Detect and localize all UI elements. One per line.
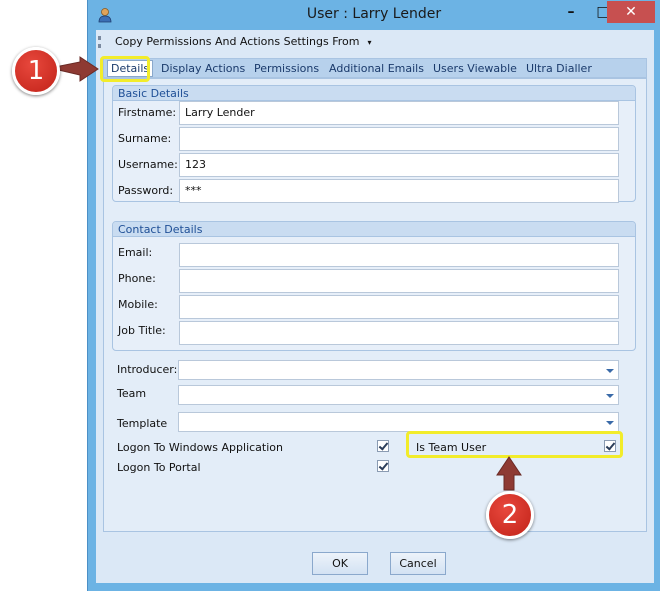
team-combo[interactable] [178,385,619,405]
email-field[interactable] [179,243,619,267]
user-dialog-window: User : Larry Lender – □ ✕ Copy Permissio… [87,0,660,591]
callout-1-badge: 1 [12,47,60,95]
details-tab-panel: Basic Details Firstname: Larry Lender Su… [103,78,647,532]
template-dropdown-icon[interactable] [606,421,614,425]
job-title-label: Job Title: [118,324,166,337]
firstname-field[interactable]: Larry Lender [179,101,619,125]
callout-2-badge: 2 [486,491,534,539]
logon-portal-label: Logon To Portal [117,461,201,474]
surname-label: Surname: [118,132,172,145]
password-label: Password: [118,184,174,197]
phone-label: Phone: [118,272,156,285]
surname-field[interactable] [179,127,619,151]
tab-display-actions[interactable]: Display Actions [161,62,245,75]
basic-details-group: Basic Details Firstname: Larry Lender Su… [112,85,636,203]
contact-details-group: Contact Details Email: Phone: Mobile: Jo… [112,221,636,351]
phone-field[interactable] [179,269,619,293]
menu-bar: Copy Permissions And Actions Settings Fr… [96,30,654,54]
template-combo[interactable] [178,412,619,432]
tab-ultra-dialler[interactable]: Ultra Dialler [526,62,592,75]
is-team-user-highlight [406,431,623,458]
title-bar: User : Larry Lender – □ ✕ [88,0,660,30]
introducer-label: Introducer: [117,363,178,376]
basic-details-heading: Basic Details [113,86,635,101]
email-label: Email: [118,246,153,259]
tab-permissions[interactable]: Permissions [254,62,319,75]
details-tab-highlight [100,56,150,82]
toolbar-grip-icon[interactable] [98,36,101,48]
cancel-button[interactable]: Cancel [390,552,446,575]
mobile-label: Mobile: [118,298,158,311]
ok-button[interactable]: OK [312,552,368,575]
username-label: Username: [118,158,178,171]
minimize-button[interactable]: – [555,1,587,23]
team-dropdown-icon[interactable] [606,394,614,398]
template-label: Template [117,417,168,430]
logon-portal-checkbox[interactable] [377,460,389,472]
contact-details-heading: Contact Details [113,222,635,237]
firstname-label: Firstname: [118,106,177,119]
logon-windows-label: Logon To Windows Application [117,441,283,454]
tab-strip: Details Display Actions Permissions Addi… [103,58,647,78]
password-field[interactable]: *** [179,179,619,203]
tab-users-viewable[interactable]: Users Viewable [433,62,517,75]
tab-additional-emails[interactable]: Additional Emails [329,62,424,75]
dialog-client-area: Copy Permissions And Actions Settings Fr… [96,30,654,583]
mobile-field[interactable] [179,295,619,319]
screenshot-stage: User : Larry Lender – □ ✕ Copy Permissio… [0,0,660,591]
introducer-dropdown-icon[interactable] [606,369,614,373]
introducer-combo[interactable] [178,360,619,380]
dropdown-arrow-icon: ▾ [367,38,372,47]
close-button[interactable]: ✕ [607,1,655,23]
logon-windows-checkbox[interactable] [377,440,389,452]
team-label: Team [117,387,147,400]
username-field[interactable]: 123 [179,153,619,177]
copy-permissions-menu[interactable]: Copy Permissions And Actions Settings Fr… [115,35,372,48]
copy-permissions-label: Copy Permissions And Actions Settings Fr… [115,35,360,48]
job-title-field[interactable] [179,321,619,345]
